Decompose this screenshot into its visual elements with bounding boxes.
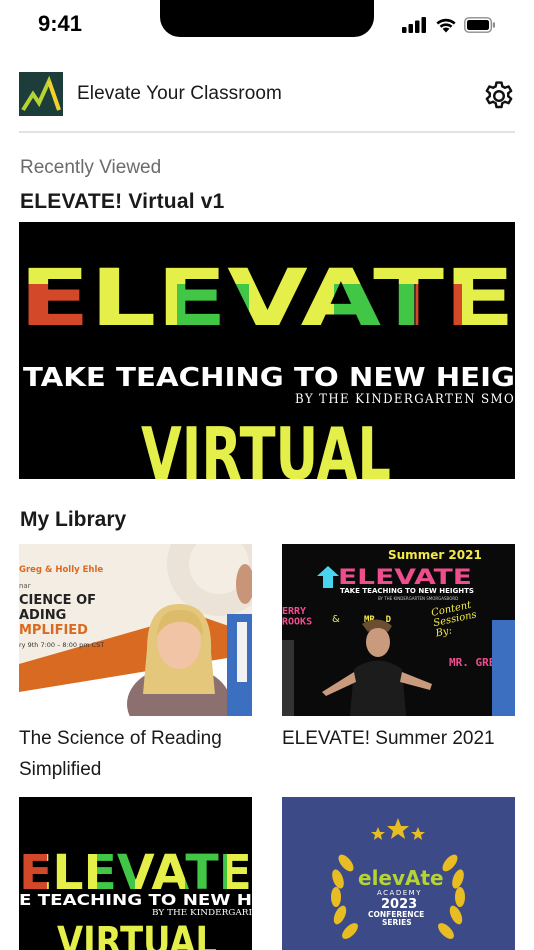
svg-text:BY THE KINDERGARTEN SMORGASBOR: BY THE KINDERGARTEN SMORGASBORD [378, 596, 458, 601]
svg-text:ELEVATE: ELEVATE [338, 565, 472, 589]
science-of-reading-artwork: Greg & Holly Ehle nar CIENCE OF ADING MP… [19, 544, 252, 716]
svg-text:MPLIFIED: MPLIFIED [19, 623, 88, 638]
elevate-virtual-artwork: ELEVATE TAKE TEACHING TO NEW HEIG BY THE… [19, 222, 515, 479]
app-logo-icon [19, 72, 63, 116]
library-card[interactable]: ELEVATE E TEACHING TO NEW H BY THE KINDE… [19, 797, 252, 950]
hero-byline: BY THE KINDERGARTEN SMO [295, 392, 515, 407]
header-divider [19, 131, 515, 133]
status-bar: 9:41 [0, 0, 534, 50]
svg-text:SERIES: SERIES [382, 918, 412, 927]
card-title[interactable]: The Science of Reading Simplified [19, 723, 252, 785]
card-thumbnail[interactable]: elevAte ACADEMY 2023 CONFERENCE SERIES [282, 797, 515, 950]
notch [160, 0, 374, 37]
status-icons [402, 15, 496, 35]
card-title[interactable]: ELEVATE! Summer 2021 [282, 723, 515, 754]
svg-text:BY THE KINDERGARI: BY THE KINDERGARI [152, 908, 252, 917]
hero-word: VIRTUAL [141, 412, 391, 479]
svg-text:Summer 2021: Summer 2021 [388, 548, 482, 562]
svg-text:elevAte: elevAte [358, 866, 444, 890]
library-card[interactable]: elevAte ACADEMY 2023 CONFERENCE SERIES [282, 797, 515, 950]
card-thumbnail[interactable]: ELEVATE E TEACHING TO NEW H BY THE KINDE… [19, 797, 252, 950]
wifi-icon [436, 18, 456, 33]
svg-text:Greg & Holly Ehle: Greg & Holly Ehle [19, 565, 103, 575]
recently-viewed-label: Recently Viewed [20, 157, 162, 178]
app-header: Elevate Your Classroom [19, 71, 515, 116]
my-library-label: My Library [20, 508, 127, 531]
svg-text:ADING: ADING [19, 608, 66, 623]
svg-text:VIRTUAL: VIRTUAL [57, 919, 217, 950]
recent-item-thumbnail[interactable]: ELEVATE TAKE TEACHING TO NEW HEIG BY THE… [19, 222, 515, 479]
library-card[interactable]: Summer 2021 ELEVATE TAKE TEACHING TO NEW… [282, 544, 515, 754]
svg-text:TAKE TEACHING TO NEW HEIGHTS: TAKE TEACHING TO NEW HEIGHTS [340, 587, 474, 595]
card-thumbnail[interactable]: Summer 2021 ELEVATE TAKE TEACHING TO NEW… [282, 544, 515, 716]
svg-text:CIENCE OF: CIENCE OF [19, 593, 96, 608]
elevate-summer-artwork: Summer 2021 ELEVATE TAKE TEACHING TO NEW… [282, 544, 515, 716]
battery-icon [464, 17, 495, 33]
settings-button[interactable] [479, 75, 519, 115]
elevate-virtual-artwork-small: ELEVATE E TEACHING TO NEW H BY THE KINDE… [19, 797, 252, 950]
library-card[interactable]: Greg & Holly Ehle nar CIENCE OF ADING MP… [19, 544, 252, 785]
svg-text:E TEACHING TO NEW H: E TEACHING TO NEW H [19, 891, 252, 909]
card-thumbnail[interactable]: Greg & Holly Ehle nar CIENCE OF ADING MP… [19, 544, 252, 716]
svg-text:ry 9th 7:00 – 8:00 pm CST: ry 9th 7:00 – 8:00 pm CST [19, 641, 104, 649]
status-time: 9:41 [38, 11, 83, 36]
recent-item-title[interactable]: ELEVATE! Virtual v1 [20, 190, 225, 214]
gear-icon [485, 81, 513, 109]
svg-text:ACADEMY: ACADEMY [377, 889, 422, 897]
svg-text:&: & [332, 614, 340, 625]
app-title: Elevate Your Classroom [77, 83, 282, 104]
elevate-academy-2023-artwork: elevAte ACADEMY 2023 CONFERENCE SERIES [282, 797, 515, 950]
svg-text:nar: nar [19, 582, 31, 590]
signal-icon [402, 17, 426, 33]
hero-tagline: TAKE TEACHING TO NEW HEIG [23, 363, 515, 393]
